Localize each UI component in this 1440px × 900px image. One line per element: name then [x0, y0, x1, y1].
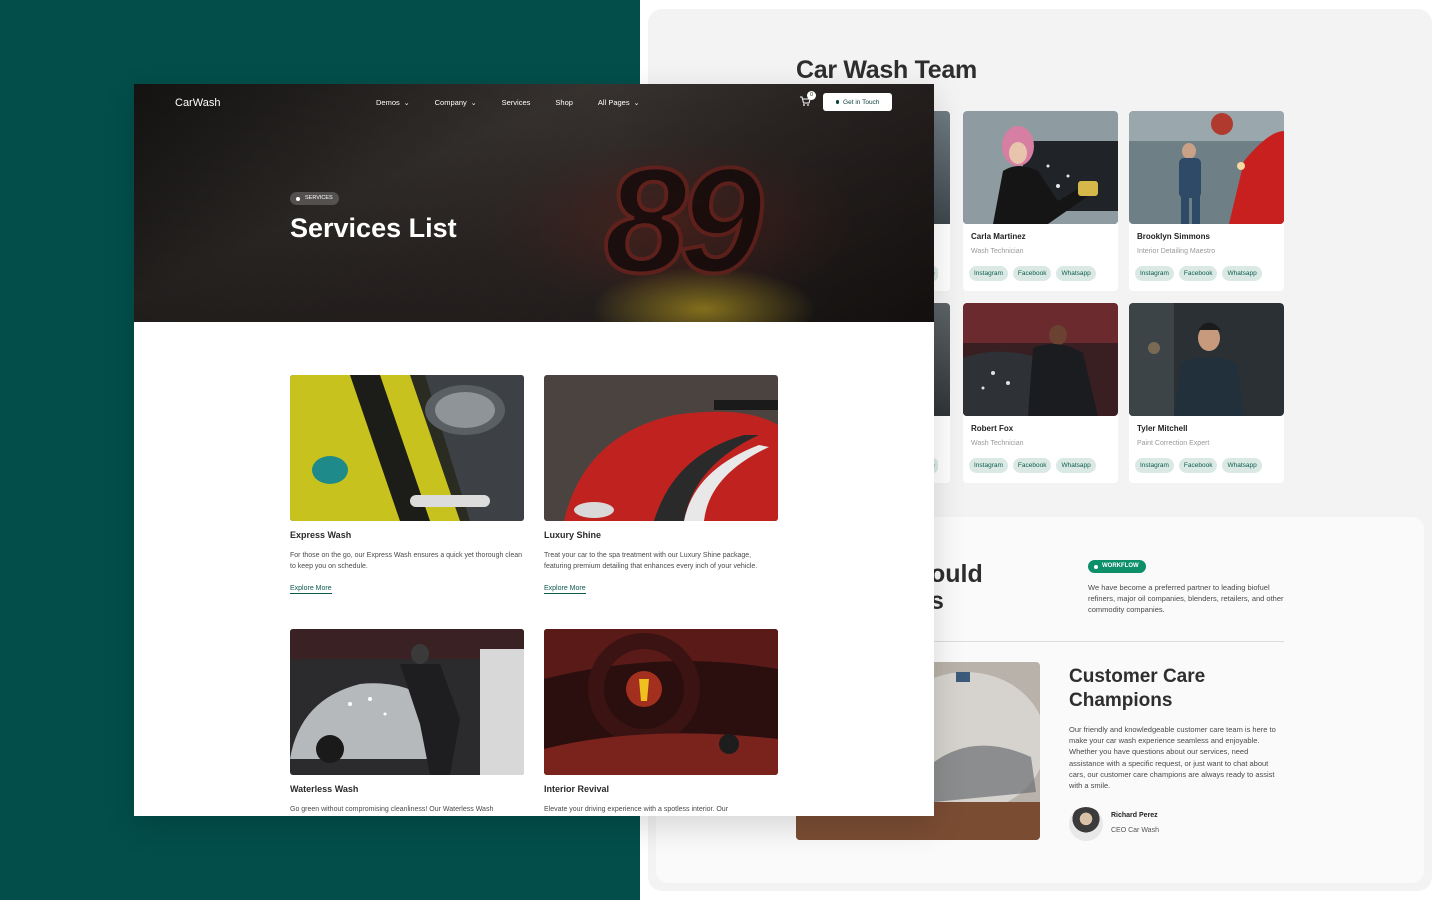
member-role: Interior Detailing Maestro	[1137, 248, 1216, 255]
member-role: Paint Correction Expert	[1137, 440, 1210, 447]
whatsapp-tag[interactable]: Whatsapp	[1056, 266, 1096, 281]
button-label: Get in Touch	[843, 98, 880, 106]
workflow-badge: WORKFLOW	[1088, 560, 1146, 573]
workflow-heading: ould s	[930, 561, 983, 615]
explore-more-link[interactable]: Explore More	[544, 585, 586, 595]
team-card-partial: p	[934, 111, 950, 291]
badge-dot-icon	[1094, 564, 1098, 569]
nav-all-pages[interactable]: All Pages ⌄	[598, 98, 640, 107]
tag-partial[interactable]: p	[934, 458, 938, 473]
workflow-text: We have become a preferred partner to le…	[1088, 583, 1284, 614]
service-title: Express Wash	[290, 530, 352, 540]
facebook-tag[interactable]: Facebook	[1012, 458, 1052, 473]
service-card: Interior Revival Elevate your driving ex…	[544, 629, 778, 815]
facebook-tag[interactable]: Facebook	[1012, 266, 1052, 281]
workflow-heading-line: ould	[930, 560, 983, 588]
team-card: Robert Fox Wash Technician Instagram Fac…	[963, 303, 1118, 483]
nav-label: Shop	[555, 98, 573, 107]
team-section-title: Car Wash Team	[796, 56, 977, 84]
dot-icon	[296, 196, 300, 201]
cart-count-badge: 0	[807, 91, 816, 100]
member-name: Brooklyn Simmons	[1137, 232, 1210, 241]
workflow-heading-line: s	[930, 587, 944, 615]
tag-partial[interactable]: p	[934, 266, 938, 281]
chevron-down-icon: ⌄	[470, 99, 477, 107]
person-role: CEO Car Wash	[1111, 827, 1159, 834]
photo-art	[1129, 111, 1284, 224]
team-member-photo	[1129, 111, 1284, 224]
team-card: Carla Martinez Wash Technician Instagram…	[963, 111, 1118, 291]
chevron-down-icon: ⌄	[633, 99, 640, 107]
member-name: Robert Fox	[971, 424, 1014, 433]
service-image[interactable]	[544, 629, 778, 775]
service-title: Luxury Shine	[544, 530, 602, 540]
facebook-tag[interactable]: Facebook	[1178, 458, 1218, 473]
service-description: For those on the go, our Express Wash en…	[290, 552, 523, 571]
whatsapp-tag[interactable]: Whatsapp	[1056, 458, 1096, 473]
person-name: Richard Perez	[1111, 812, 1158, 819]
member-name: Tyler Mitchell	[1137, 424, 1188, 433]
get-in-touch-button[interactable]: Get in Touch	[823, 93, 892, 111]
chevron-down-icon: ⌄	[403, 99, 410, 107]
service-title: Interior Revival	[544, 784, 610, 794]
member-role: Wash Technician	[971, 248, 1024, 255]
breadcrumb-label: SERVICES	[305, 195, 333, 201]
customer-care-title: Customer Care Champions	[1069, 666, 1206, 711]
whatsapp-tag[interactable]: Whatsapp	[1222, 266, 1262, 281]
service-description: Go green without compromising cleanlines…	[290, 806, 494, 813]
nav-services[interactable]: Services	[502, 98, 531, 107]
page-title: Services List	[290, 213, 457, 243]
workflow-badge-label: WORKFLOW	[1102, 563, 1139, 569]
instagram-tag[interactable]: Instagram	[1135, 458, 1174, 473]
nav-company[interactable]: Company ⌄	[435, 98, 477, 107]
nav-shop[interactable]: Shop	[555, 98, 573, 107]
photo-art	[290, 629, 524, 775]
team-card: Brooklyn Simmons Interior Detailing Maes…	[1129, 111, 1284, 291]
hero-banner: 89 CarWash Demos⌄ Company⌄ Services Shop…	[134, 84, 934, 322]
customer-care-text: Our friendly and knowledgeable customer …	[1069, 725, 1276, 791]
dot-icon	[835, 100, 840, 104]
service-card: Waterless Wash Go green without compromi…	[290, 629, 524, 815]
team-member-photo	[963, 303, 1118, 416]
breadcrumb: SERVICES	[290, 192, 339, 205]
team-member-photo	[963, 111, 1118, 224]
service-description: Elevate your driving experience with a s…	[544, 806, 729, 813]
service-image[interactable]	[544, 375, 778, 521]
explore-more-link[interactable]: Explore More	[290, 585, 332, 595]
team-card-partial: p	[934, 303, 950, 483]
photo-art	[963, 111, 1118, 224]
instagram-tag[interactable]: Instagram	[969, 266, 1008, 281]
hero-overlay	[134, 84, 934, 322]
nav-label: Demos	[376, 98, 400, 107]
team-card: Tyler Mitchell Paint Correction Expert I…	[1129, 303, 1284, 483]
avatar	[1069, 807, 1103, 841]
service-image[interactable]	[290, 375, 524, 521]
whatsapp-tag[interactable]: Whatsapp	[1222, 458, 1262, 473]
instagram-tag[interactable]: Instagram	[1135, 266, 1174, 281]
main-nav: Demos ⌄ Company ⌄ Services Shop All Pages ⌄	[376, 98, 664, 107]
nav-demos[interactable]: Demos ⌄	[376, 98, 410, 107]
service-description: Treat your car to the spa treatment with…	[544, 552, 758, 571]
divider	[934, 641, 1284, 642]
nav-label: All Pages	[597, 98, 630, 107]
photo-art	[544, 375, 778, 521]
nav-label: Company	[434, 98, 467, 107]
service-card: Express Wash For those on the go, our Ex…	[290, 375, 524, 595]
nav-label: Services	[501, 98, 531, 107]
logo[interactable]: CarWash	[175, 97, 220, 109]
photo-art	[290, 375, 524, 521]
photo-art	[544, 629, 778, 775]
services-page-window: 89 CarWash Demos⌄ Company⌄ Services Shop…	[134, 84, 934, 816]
photo-art	[963, 303, 1118, 416]
facebook-tag[interactable]: Facebook	[1178, 266, 1218, 281]
service-image[interactable]	[290, 629, 524, 775]
service-card: Luxury Shine Treat your car to the spa t…	[544, 375, 778, 595]
team-member-photo	[1129, 303, 1284, 416]
instagram-tag[interactable]: Instagram	[969, 458, 1008, 473]
member-role: Wash Technician	[971, 440, 1024, 447]
service-title: Waterless Wash	[290, 784, 359, 794]
photo-art	[1129, 303, 1284, 416]
member-name: Carla Martinez	[971, 232, 1026, 241]
